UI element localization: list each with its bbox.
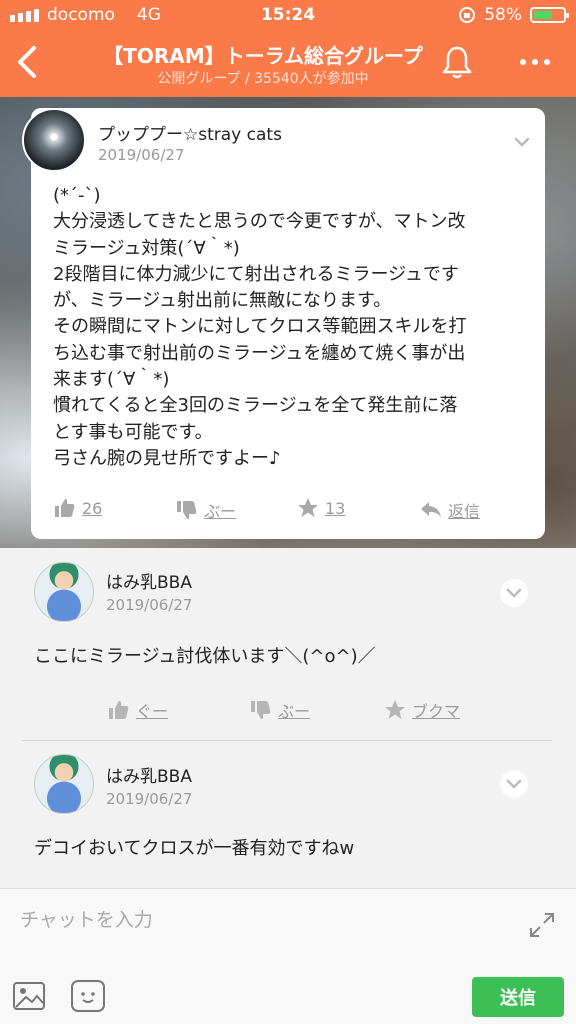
thumbs-down-icon: [251, 701, 271, 719]
like-count: 26: [82, 498, 103, 518]
bookmark-button[interactable]: ブクマ: [384, 698, 460, 722]
chevron-down-icon[interactable]: [508, 128, 536, 156]
boo-button[interactable]: ぶー: [250, 698, 310, 722]
post-line: その瞬間にマトンに対してクロス等範囲スキルを打: [53, 316, 467, 338]
group-subtitle: 公開グループ / 35540人が参加中: [157, 71, 369, 87]
post-line: 来ます(´∀｀*): [53, 369, 170, 391]
boo-label: ぶー: [204, 502, 237, 521]
comment-date: 2019/06/27: [106, 596, 193, 614]
star-count: 13: [325, 498, 346, 518]
reply-label: 返信: [448, 502, 481, 521]
comment-text: ここにミラージュ討伐体います＼(^o^)／: [34, 646, 376, 667]
nav-bar: 【TORAM】トーラム総合グループ 公開グループ / 35540人が参加中: [0, 32, 576, 97]
bookmark-icon: [385, 700, 405, 719]
post-line: 慣れてくると全3回のミラージュを全て発生前に落: [53, 395, 458, 417]
chat-input[interactable]: チャットを入力: [20, 905, 153, 932]
post-author-avatar[interactable]: [22, 108, 86, 172]
post-line: 2段階目に体力減少にて射出されるミラージュです: [53, 263, 459, 285]
post-line: 大分浸透してきたと思うので今更ですが、マトン改: [53, 211, 466, 233]
post-author-name[interactable]: プッププー☆stray cats: [98, 120, 282, 145]
comment-list: はみ乳BBA 2019/06/27 ここにミラージュ討伐体います＼(^o^)／ …: [0, 548, 576, 888]
comment-avatar[interactable]: [34, 562, 94, 622]
post-body: (*´-`) 大分浸透してきたと思うので今更ですが、マトン改 ミラージュ対策(´…: [53, 183, 533, 472]
star-icon: [298, 498, 318, 517]
send-button[interactable]: 送信: [472, 977, 564, 1017]
post-line: 弓さん腕の見せ所ですよー♪: [53, 447, 281, 469]
comment-author[interactable]: はみ乳BBA: [106, 762, 192, 787]
reply-icon: [421, 502, 441, 517]
more-icon[interactable]: [515, 50, 555, 74]
post-line: が、ミラージュ射出前に無敵になります。: [53, 290, 392, 312]
post-line: ち込む事で射出前のミラージュを纏めて焼く事が出: [53, 342, 466, 364]
battery-percent: 58%: [484, 5, 522, 25]
comment-text: デコイおいてクロスが一番有効ですねw: [34, 838, 355, 859]
post-line: ミラージュ対策(´∀｀*): [53, 237, 240, 259]
reply-button[interactable]: 返信: [420, 498, 480, 522]
thumbs-down-icon: [177, 501, 197, 519]
comment-author[interactable]: はみ乳BBA: [106, 568, 192, 593]
battery-info: 58%: [458, 5, 569, 25]
chat-bar: チャットを入力 送信: [0, 888, 576, 1024]
emoji-icon[interactable]: [70, 979, 106, 1013]
bell-icon[interactable]: [440, 44, 474, 80]
expand-icon[interactable]: [528, 911, 556, 939]
group-title: 【TORAM】トーラム総合グループ: [103, 44, 423, 68]
post-line: とす事も可能です。: [53, 421, 213, 443]
good-button[interactable]: ぐー: [108, 698, 168, 722]
battery-icon: [530, 7, 569, 23]
post-date: 2019/06/27: [98, 146, 185, 164]
image-icon[interactable]: [12, 981, 46, 1011]
comment-date: 2019/06/27: [106, 790, 193, 808]
good-label: ぐー: [136, 702, 169, 721]
thumbs-up-icon: [55, 499, 75, 517]
bookmark-label: ブクマ: [412, 702, 461, 721]
chevron-down-icon[interactable]: [500, 770, 528, 798]
thumbs-up-icon: [109, 701, 129, 719]
chevron-down-icon[interactable]: [500, 579, 528, 607]
comment-avatar[interactable]: [34, 754, 94, 814]
post-line: (*´-`): [53, 185, 101, 206]
like-button[interactable]: 26: [54, 498, 102, 518]
comment-divider: [22, 740, 552, 741]
star-button[interactable]: 13: [297, 498, 345, 518]
boo-label: ぶー: [278, 702, 311, 721]
status-bar: docomo 4G 15:24 58%: [0, 0, 576, 32]
boo-button[interactable]: ぶー: [176, 498, 236, 522]
rotation-lock-icon: [459, 7, 476, 23]
app-header: docomo 4G 15:24 58% 【TORAM】トーラム総合グループ 公開…: [0, 0, 576, 97]
back-icon[interactable]: [12, 42, 40, 82]
